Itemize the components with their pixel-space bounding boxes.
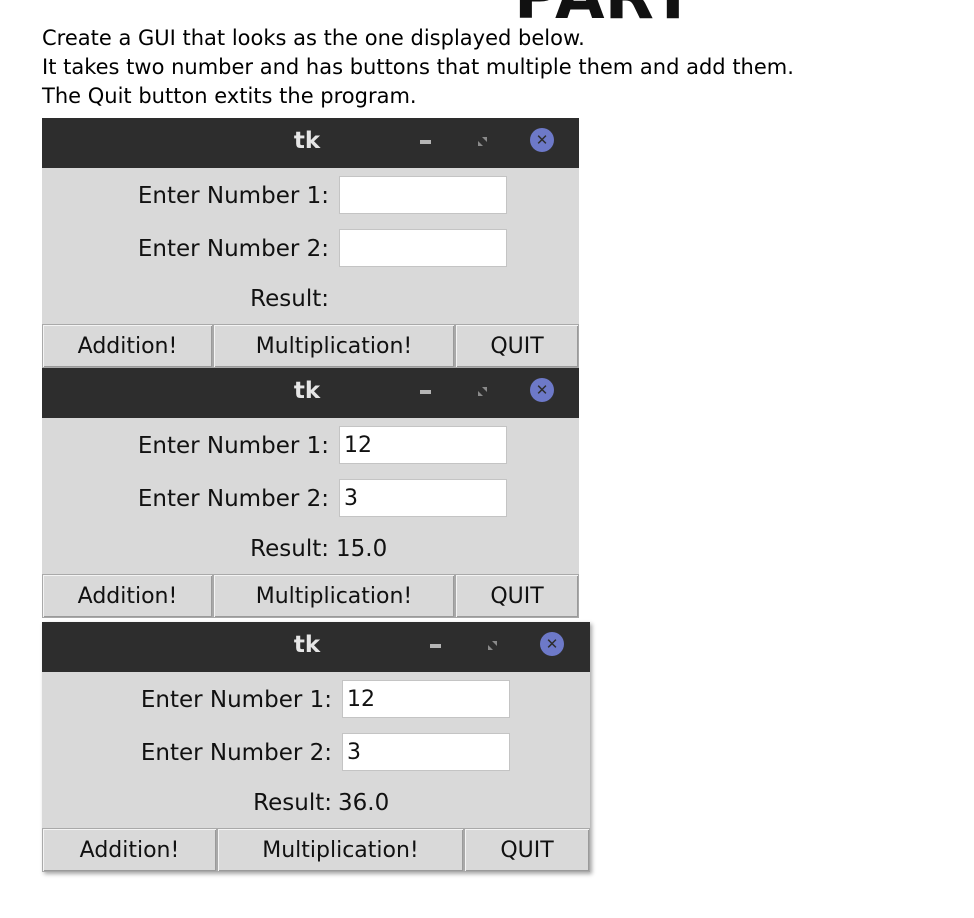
restore-icon[interactable] (478, 387, 487, 396)
multiplication-button[interactable]: Multiplication! (217, 828, 464, 872)
number2-input[interactable] (339, 229, 507, 267)
number2-label: Enter Number 2: (137, 236, 329, 262)
window-titlebar[interactable]: tk ✕ (42, 118, 579, 168)
number2-label: Enter Number 2: (140, 740, 332, 766)
window-title: tk (293, 378, 321, 404)
tk-window-empty: tk ✕ Enter Number 1: Enter Number 2: Res… (42, 118, 579, 368)
instruction-line: Create a GUI that looks as the one displ… (42, 26, 585, 50)
result-label: Result: (250, 286, 329, 312)
addition-button[interactable]: Addition! (42, 324, 213, 368)
result-label: Result: (250, 536, 329, 562)
window-titlebar[interactable]: tk ✕ (42, 622, 590, 672)
quit-button[interactable]: QUIT (455, 574, 579, 618)
number1-label: Enter Number 1: (137, 433, 329, 459)
quit-button[interactable]: QUIT (464, 828, 590, 872)
multiplication-button[interactable]: Multiplication! (213, 574, 455, 618)
addition-button[interactable]: Addition! (42, 574, 213, 618)
tk-window-addition-result: tk ✕ Enter Number 1: Enter Number 2: Res… (42, 368, 579, 618)
result-label: Result: (253, 790, 332, 816)
number2-label: Enter Number 2: (137, 486, 329, 512)
close-icon[interactable]: ✕ (530, 378, 554, 402)
multiplication-button[interactable]: Multiplication! (213, 324, 455, 368)
instructions: Create a GUI that looks as the one displ… (42, 24, 962, 111)
close-icon[interactable]: ✕ (530, 128, 554, 152)
minimize-icon[interactable] (420, 390, 431, 394)
number2-input[interactable] (342, 733, 510, 771)
number1-input[interactable] (339, 176, 507, 214)
window-titlebar[interactable]: tk ✕ (42, 368, 579, 418)
tk-window-multiplication-result: tk ✕ Enter Number 1: Enter Number 2: Res… (42, 622, 590, 872)
minimize-icon[interactable] (430, 644, 441, 648)
restore-icon[interactable] (488, 641, 497, 650)
number2-input[interactable] (339, 479, 507, 517)
number1-label: Enter Number 1: (137, 183, 329, 209)
instruction-line: It takes two number and has buttons that… (42, 55, 794, 79)
minimize-icon[interactable] (420, 140, 431, 144)
number1-label: Enter Number 1: (140, 687, 332, 713)
quit-button[interactable]: QUIT (455, 324, 579, 368)
number1-input[interactable] (339, 426, 507, 464)
close-icon[interactable]: ✕ (540, 632, 564, 656)
instruction-line: The Quit button extits the program. (42, 84, 417, 108)
result-value: 15.0 (336, 536, 388, 562)
addition-button[interactable]: Addition! (42, 828, 217, 872)
number1-input[interactable] (342, 680, 510, 718)
window-title: tk (293, 128, 321, 154)
restore-icon[interactable] (478, 137, 487, 146)
result-value: 36.0 (338, 790, 390, 816)
